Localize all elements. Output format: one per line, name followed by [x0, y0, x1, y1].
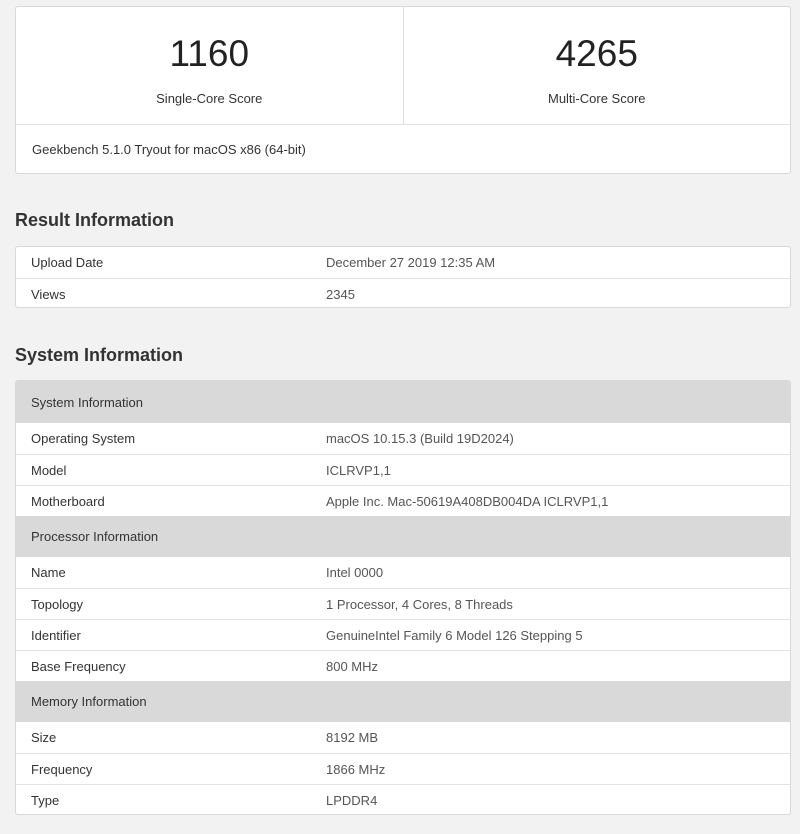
row-key: Views [31, 286, 66, 302]
result-information-table: Upload Date December 27 2019 12:35 AM Vi… [15, 246, 791, 308]
single-core-score-value: 1160 [169, 33, 250, 74]
row-value: 1 Processor, 4 Cores, 8 Threads [326, 596, 513, 612]
table-row: Frequency 1866 MHz [16, 753, 790, 784]
row-key: Upload Date [31, 255, 104, 270]
group-system-rows: Operating System macOS 10.15.3 (Build 19… [16, 423, 790, 516]
row-key: Identifier [31, 627, 81, 643]
group-header-memory: Memory Information [16, 681, 790, 722]
table-row: Upload Date December 27 2019 12:35 AM [16, 247, 790, 278]
row-value: LPDDR4 [326, 792, 378, 808]
table-row: Operating System macOS 10.15.3 (Build 19… [16, 423, 790, 454]
row-value: 8192 MB [326, 730, 379, 745]
row-key: Topology [31, 596, 84, 612]
table-row: Size 8192 MB [16, 722, 790, 753]
row-key: Type [31, 792, 60, 808]
row-value: December 27 2019 12:35 AM [326, 255, 496, 270]
row-value: 800 MHz [326, 658, 379, 674]
system-information-title: System Information [15, 345, 184, 365]
table-row: Name Intel 0000 [16, 557, 790, 588]
row-value: Intel 0000 [326, 565, 384, 580]
row-value: GenuineIntel Family 6 Model 126 Stepping… [326, 627, 583, 643]
group-header-system: System Information [16, 381, 790, 423]
row-key: Base Frequency [31, 658, 126, 674]
row-value: ICLRVP1,1 [326, 462, 391, 478]
system-information-table: System Information Operating System macO… [15, 380, 791, 815]
row-key: Name [31, 565, 66, 580]
table-row: Identifier GenuineIntel Family 6 Model 1… [16, 619, 790, 650]
row-key: Model [31, 462, 67, 478]
row-value: macOS 10.15.3 (Build 19D2024) [326, 431, 514, 446]
group-memory-rows: Size 8192 MB Frequency 1866 MHz Type LPD… [16, 722, 790, 814]
multi-core-score: 4265 Multi-Core Score [402, 7, 791, 124]
table-row: Type LPDDR4 [16, 784, 790, 814]
row-value: Apple Inc. Mac-50619A408DB004DA ICLRVP1,… [326, 493, 609, 509]
scores-row: 1160 Single-Core Score 4265 Multi-Core S… [16, 7, 790, 125]
result-information-title: Result Information [15, 210, 175, 230]
row-key: Operating System [31, 431, 136, 446]
benchmark-version: Geekbench 5.1.0 Tryout for macOS x86 (64… [32, 142, 306, 157]
score-card: 1160 Single-Core Score 4265 Multi-Core S… [15, 6, 791, 174]
row-key: Frequency [31, 761, 93, 777]
row-value: 2345 [326, 286, 355, 302]
row-key: Motherboard [31, 493, 105, 509]
single-core-score: 1160 Single-Core Score [16, 7, 403, 124]
single-core-score-label: Single-Core Score [156, 91, 263, 106]
group-header-processor: Processor Information [16, 516, 790, 557]
row-value: 1866 MHz [326, 761, 386, 777]
table-row: Motherboard Apple Inc. Mac-50619A408DB00… [16, 485, 790, 516]
table-row: Views 2345 [16, 278, 790, 307]
group-processor-rows: Name Intel 0000 Topology 1 Processor, 4 … [16, 557, 790, 681]
table-row: Topology 1 Processor, 4 Cores, 8 Threads [16, 588, 790, 619]
multi-core-score-label: Multi-Core Score [547, 91, 646, 106]
multi-core-score-value: 4265 [555, 33, 638, 74]
table-row: Base Frequency 800 MHz [16, 650, 790, 681]
row-key: Size [31, 730, 57, 745]
table-row: Model ICLRVP1,1 [16, 454, 790, 485]
